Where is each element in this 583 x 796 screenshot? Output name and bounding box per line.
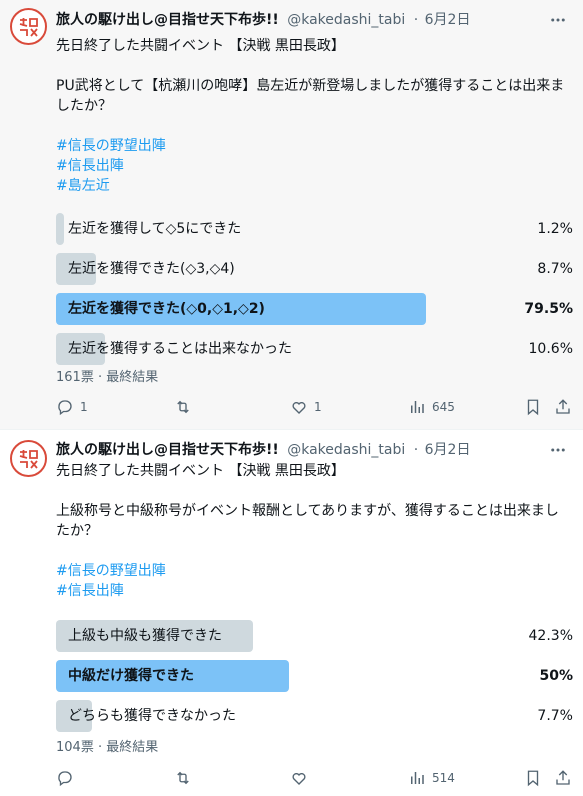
share-button[interactable] xyxy=(554,768,578,788)
author-name[interactable]: 旅人の駆け出し@目指せ天下布歩!! xyxy=(56,12,279,28)
poll-option-percent: 42.3% xyxy=(528,628,573,644)
hashtag-link[interactable]: #島左近 xyxy=(56,176,571,196)
date-separator: · xyxy=(413,442,419,458)
tweet-1[interactable]: 旅人の駆け出し@目指せ天下布歩!! @kakedashi_tabi · 6月2日… xyxy=(0,0,583,430)
tweet-date[interactable]: 6月2日 xyxy=(425,12,471,28)
avatar[interactable] xyxy=(10,8,47,45)
reply-button[interactable]: 1 xyxy=(56,397,88,417)
author-handle[interactable]: @kakedashi_tabi xyxy=(287,442,405,458)
retweet-icon xyxy=(177,771,189,785)
views-icon xyxy=(411,772,424,784)
poll-option: 左近を獲得できた(◇3,◇4) 8.7% xyxy=(56,253,573,285)
like-icon xyxy=(292,401,306,414)
poll-status: 最終結果 xyxy=(106,370,159,385)
author-handle[interactable]: @kakedashi_tabi xyxy=(287,12,405,28)
avatar[interactable] xyxy=(10,440,47,477)
more-icon[interactable] xyxy=(547,440,569,460)
views-count: 514 xyxy=(432,771,455,785)
poll-option-winner: 中級だけ獲得できた 50% xyxy=(56,660,573,692)
action-bar: 1 1 645 xyxy=(56,397,573,417)
poll: 上級も中級も獲得できた 42.3% 中級だけ獲得できた 50% どちらも獲得でき… xyxy=(56,620,573,740)
poll-option: 上級も中級も獲得できた 42.3% xyxy=(56,620,573,652)
like-button[interactable]: 1 xyxy=(290,397,322,417)
poll-option-percent: 50% xyxy=(539,668,573,684)
poll-option-label: 左近を獲得することは出来なかった xyxy=(68,341,292,357)
author-name[interactable]: 旅人の駆け出し@目指せ天下布歩!! xyxy=(56,442,279,458)
views-button[interactable]: 645 xyxy=(408,397,455,417)
date-separator: · xyxy=(413,12,419,28)
text-line: 先日終了した共闘イベント 【決戦 黒田長政】 xyxy=(56,38,345,54)
reply-count: 1 xyxy=(80,400,88,414)
poll-option: 左近を獲得して◇5にできた 1.2% xyxy=(56,213,573,245)
poll-option-label: 左近を獲得できた(◇3,◇4) xyxy=(68,261,235,277)
poll-option: 左近を獲得することは出来なかった 10.6% xyxy=(56,333,573,365)
hashtag-link[interactable]: #信長の野望出陣 xyxy=(56,136,571,156)
text-line: 上級称号と中級称号がイベント報酬としてありますが、獲得することは出来ましたか？ xyxy=(56,503,559,539)
poll-option-winner: 左近を獲得できた(◇0,◇1,◇2) 79.5% xyxy=(56,293,573,325)
poll: 左近を獲得して◇5にできた 1.2% 左近を獲得できた(◇3,◇4) 8.7% … xyxy=(56,213,573,373)
poll-option-percent: 7.7% xyxy=(537,708,573,724)
like-button[interactable] xyxy=(290,768,314,788)
action-bar: 514 xyxy=(56,768,573,788)
hashtag-link[interactable]: #信長の野望出陣 xyxy=(56,561,571,581)
reply-icon xyxy=(58,400,72,416)
share-button[interactable] xyxy=(554,397,578,417)
poll-option-percent: 8.7% xyxy=(537,261,573,277)
tweet-header: 旅人の駆け出し@目指せ天下布歩!! @kakedashi_tabi · 6月2日 xyxy=(56,440,470,460)
poll-option-percent: 10.6% xyxy=(528,341,573,357)
poll-option-label: 上級も中級も獲得できた xyxy=(68,628,222,644)
retweet-button[interactable] xyxy=(174,768,198,788)
poll-bar xyxy=(56,213,64,245)
retweet-icon xyxy=(177,400,189,414)
poll-option: どちらも獲得できなかった 7.7% xyxy=(56,700,573,732)
avatar-seal-icon xyxy=(15,13,42,40)
tweet-header: 旅人の駆け出し@目指せ天下布歩!! @kakedashi_tabi · 6月2日 xyxy=(56,10,470,30)
views-button[interactable]: 514 xyxy=(408,768,455,788)
tweet-text: 先日終了した共闘イベント 【決戦 黒田長政】 上級称号と中級称号がイベント報酬と… xyxy=(56,461,571,601)
poll-meta: 161票 · 最終結果 xyxy=(56,366,158,385)
poll-option-label: 中級だけ獲得できた xyxy=(68,668,194,684)
poll-votes: 104票 xyxy=(56,740,94,755)
poll-meta-separator: · xyxy=(97,370,103,385)
bookmark-button[interactable] xyxy=(524,397,548,417)
poll-option-label: 左近を獲得して◇5にできた xyxy=(68,221,242,237)
hashtag-link[interactable]: #信長出陣 xyxy=(56,581,571,601)
views-count: 645 xyxy=(432,400,455,414)
poll-option-percent: 79.5% xyxy=(524,301,573,317)
poll-meta: 104票 · 最終結果 xyxy=(56,736,158,755)
like-count: 1 xyxy=(314,400,322,414)
tweet-date[interactable]: 6月2日 xyxy=(425,442,471,458)
poll-status: 最終結果 xyxy=(106,740,159,755)
tweet-2[interactable]: 旅人の駆け出し@目指せ天下布歩!! @kakedashi_tabi · 6月2日… xyxy=(0,430,583,796)
poll-meta-separator: · xyxy=(97,740,103,755)
avatar-seal-icon xyxy=(15,445,42,472)
hashtag-link[interactable]: #信長出陣 xyxy=(56,156,571,176)
text-line: 先日終了した共闘イベント 【決戦 黒田長政】 xyxy=(56,463,345,479)
reply-icon xyxy=(58,771,72,787)
share-icon xyxy=(556,399,570,414)
poll-option-label: どちらも獲得できなかった xyxy=(68,708,236,724)
more-icon[interactable] xyxy=(547,10,569,30)
share-icon xyxy=(556,770,570,785)
like-icon xyxy=(292,772,306,785)
poll-option-label: 左近を獲得できた(◇0,◇1,◇2) xyxy=(68,301,265,317)
retweet-button[interactable] xyxy=(174,397,198,417)
poll-option-percent: 1.2% xyxy=(537,221,573,237)
tweet-text: 先日終了した共闘イベント 【決戦 黒田長政】 PU武将として【杭瀬川の咆哮】島左… xyxy=(56,36,571,196)
bookmark-icon xyxy=(527,399,539,416)
poll-votes: 161票 xyxy=(56,370,94,385)
views-icon xyxy=(411,401,424,413)
bookmark-button[interactable] xyxy=(524,768,548,788)
reply-button[interactable] xyxy=(56,768,80,788)
text-line: PU武将として【杭瀬川の咆哮】島左近が新登場しましたが獲得することは出来ましたか… xyxy=(56,78,565,114)
bookmark-icon xyxy=(527,770,539,787)
